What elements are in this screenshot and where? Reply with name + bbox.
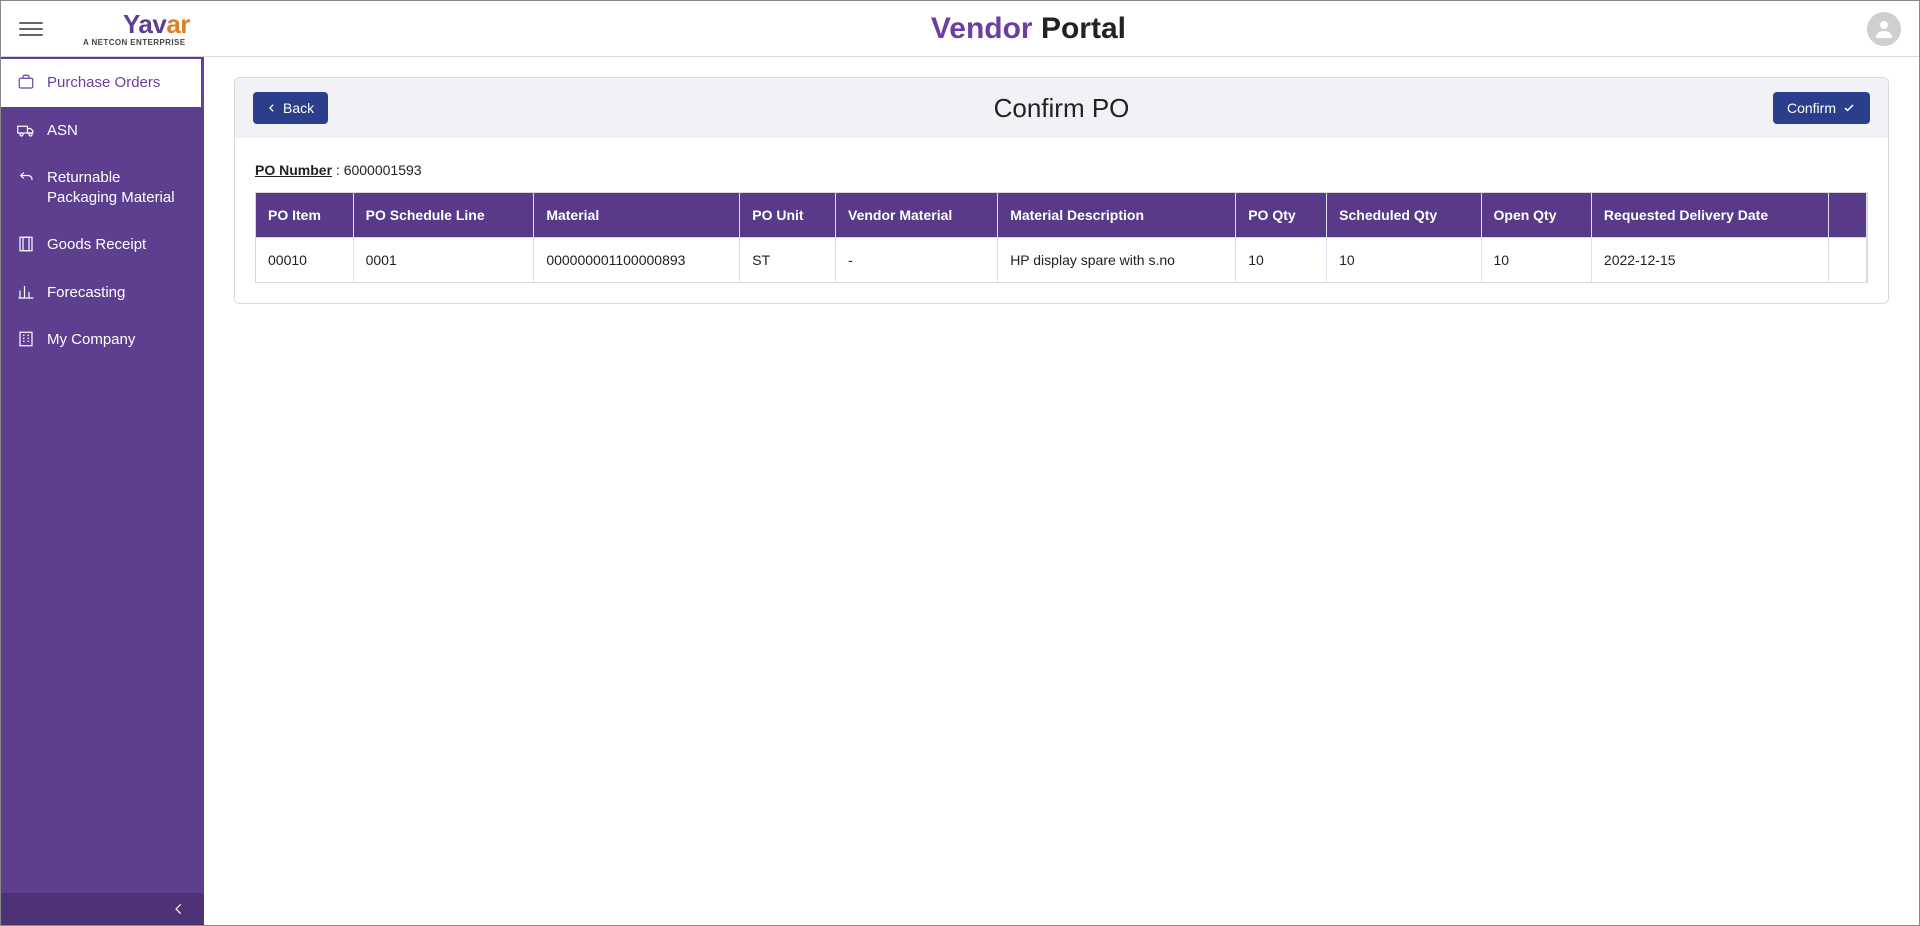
cell-overflow bbox=[1829, 238, 1867, 283]
table-row: 00010 0001 000000001100000893 ST - HP di… bbox=[256, 238, 1867, 283]
cell-material-description: HP display spare with s.no bbox=[998, 238, 1236, 283]
col-requested-delivery-date: Requested Delivery Date bbox=[1591, 193, 1828, 238]
user-avatar[interactable] bbox=[1867, 12, 1901, 46]
sidebar-item-forecasting[interactable]: Forecasting bbox=[1, 269, 204, 317]
cell-po-qty: 10 bbox=[1236, 238, 1327, 283]
truck-icon bbox=[17, 121, 35, 139]
cell-open-qty: 10 bbox=[1481, 238, 1591, 283]
po-number-line: PO Number : 6000001593 bbox=[255, 162, 1868, 178]
col-material: Material bbox=[534, 193, 740, 238]
confirm-po-card: Back Confirm PO Confirm PO Number : 6000… bbox=[234, 77, 1889, 304]
chevron-left-icon bbox=[172, 902, 186, 916]
po-items-table: PO Item PO Schedule Line Material PO Uni… bbox=[256, 193, 1867, 282]
back-button[interactable]: Back bbox=[253, 92, 328, 124]
return-icon bbox=[17, 168, 35, 186]
sidebar-item-my-company[interactable]: My Company bbox=[1, 316, 204, 364]
col-vendor-material: Vendor Material bbox=[836, 193, 998, 238]
confirm-button[interactable]: Confirm bbox=[1773, 92, 1870, 124]
menu-toggle[interactable] bbox=[19, 17, 43, 41]
cell-po-item: 00010 bbox=[256, 238, 353, 283]
sidebar-item-label: Forecasting bbox=[47, 283, 125, 303]
col-po-item: PO Item bbox=[256, 193, 353, 238]
sidebar-item-asn[interactable]: ASN bbox=[1, 107, 204, 155]
sidebar-item-label: ASN bbox=[47, 121, 78, 141]
logo-subtitle: A NETCON ENTERPRISE bbox=[83, 39, 185, 47]
chevron-left-icon bbox=[267, 102, 277, 114]
briefcase-icon bbox=[17, 73, 35, 91]
sidebar-item-purchase-orders[interactable]: Purchase Orders bbox=[1, 59, 204, 107]
app-title: Vendor Portal bbox=[190, 12, 1867, 46]
page-title: Confirm PO bbox=[235, 93, 1888, 124]
col-overflow bbox=[1829, 193, 1867, 238]
sidebar-item-returnable-packaging[interactable]: Returnable Packaging Material bbox=[1, 154, 204, 221]
col-open-qty: Open Qty bbox=[1481, 193, 1591, 238]
po-number-value: 6000001593 bbox=[344, 162, 422, 178]
sidebar: Purchase Orders ASN Returnable Packaging… bbox=[1, 57, 204, 925]
po-number-label: PO Number bbox=[255, 162, 332, 178]
cell-requested-delivery-date: 2022-12-15 bbox=[1591, 238, 1828, 283]
cell-scheduled-qty: 10 bbox=[1327, 238, 1481, 283]
col-po-qty: PO Qty bbox=[1236, 193, 1327, 238]
col-po-schedule-line: PO Schedule Line bbox=[353, 193, 534, 238]
user-icon bbox=[1872, 17, 1896, 41]
building-icon bbox=[17, 330, 35, 348]
main-content: Back Confirm PO Confirm PO Number : 6000… bbox=[204, 57, 1919, 925]
col-scheduled-qty: Scheduled Qty bbox=[1327, 193, 1481, 238]
cell-po-schedule-line: 0001 bbox=[353, 238, 534, 283]
col-po-unit: PO Unit bbox=[740, 193, 836, 238]
sidebar-item-label: Returnable Packaging Material bbox=[47, 168, 188, 207]
receipt-icon bbox=[17, 235, 35, 253]
topbar: Yavar A NETCON ENTERPRISE Vendor Portal bbox=[1, 1, 1919, 57]
check-icon bbox=[1842, 102, 1856, 114]
sidebar-item-label: My Company bbox=[47, 330, 135, 350]
logo: Yavar bbox=[123, 11, 190, 37]
bar-chart-icon bbox=[17, 283, 35, 301]
sidebar-item-goods-receipt[interactable]: Goods Receipt bbox=[1, 221, 204, 269]
sidebar-collapse[interactable] bbox=[1, 893, 204, 925]
cell-po-unit: ST bbox=[740, 238, 836, 283]
sidebar-item-label: Purchase Orders bbox=[47, 73, 160, 93]
cell-material: 000000001100000893 bbox=[534, 238, 740, 283]
col-material-description: Material Description bbox=[998, 193, 1236, 238]
po-table-wrapper[interactable]: PO Item PO Schedule Line Material PO Uni… bbox=[255, 192, 1868, 283]
cell-vendor-material: - bbox=[836, 238, 998, 283]
sidebar-item-label: Goods Receipt bbox=[47, 235, 146, 255]
